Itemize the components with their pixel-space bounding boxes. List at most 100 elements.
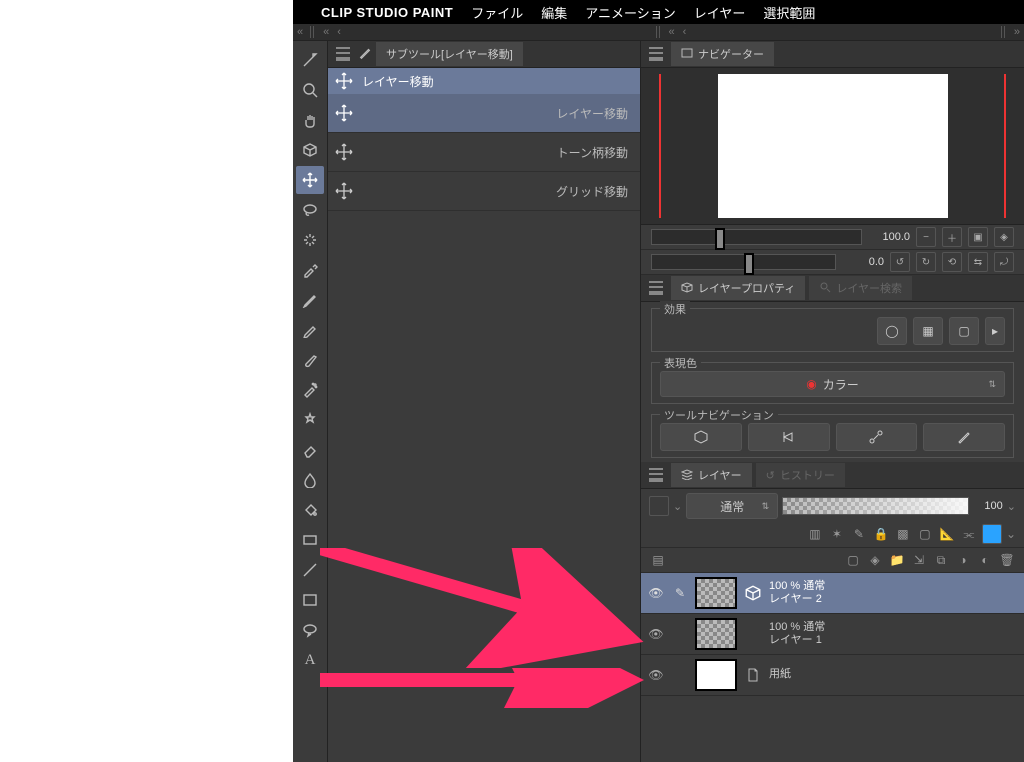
layer-color-button[interactable]	[982, 524, 1002, 544]
rotate-slider[interactable]	[651, 254, 836, 270]
mask-enable-button[interactable]: ▢	[916, 525, 934, 543]
new-vector-layer-button[interactable]: ◈	[866, 551, 884, 569]
flip-h-button[interactable]: ⇆	[968, 252, 988, 272]
layer-thumbnail[interactable]	[695, 577, 737, 609]
pen-tool[interactable]	[296, 286, 324, 314]
zoom-in-button[interactable]: ＋	[942, 227, 962, 247]
menu-animation[interactable]: アニメーション	[585, 3, 675, 22]
new-raster-layer-button[interactable]: ▢	[844, 551, 862, 569]
toolnav-light-button[interactable]	[836, 423, 918, 451]
subtool-menu-icon[interactable]	[336, 47, 350, 61]
eyedropper-tool[interactable]	[296, 256, 324, 284]
history-tab[interactable]: ↺ ヒストリー	[756, 463, 845, 487]
zoom-out-button[interactable]: −	[916, 227, 936, 247]
blend-tool[interactable]	[296, 466, 324, 494]
zoom-slider[interactable]	[651, 229, 862, 245]
subtool-group-header[interactable]: レイヤー移動	[328, 68, 640, 94]
layersearch-tab[interactable]: レイヤー検索	[809, 276, 912, 300]
colormode-legend: 表現色	[660, 355, 701, 371]
layerprop-tab[interactable]: レイヤープロパティ	[671, 276, 805, 300]
magic-wand-tool[interactable]	[296, 226, 324, 254]
subtool-item-tone-move[interactable]: トーン柄移動	[328, 133, 640, 172]
opacity-slider[interactable]	[782, 497, 969, 515]
pencil-tool[interactable]	[296, 316, 324, 344]
tone-effect-button[interactable]: ▦	[913, 317, 943, 345]
opacity-caret-icon[interactable]: ⌄	[1007, 500, 1016, 513]
toolnav-object-button[interactable]	[660, 423, 742, 451]
new-folder-button[interactable]: 📁	[888, 551, 906, 569]
dock-grip[interactable]	[310, 26, 316, 38]
layer-thumbnail[interactable]	[695, 659, 737, 691]
layer-row-paper[interactable]: 👁 用紙	[641, 655, 1024, 696]
dock-right-expand[interactable]: »	[1010, 26, 1024, 38]
colormode-dropdown[interactable]: ◉ カラー ⇅	[660, 371, 1005, 397]
menu-layer[interactable]: レイヤー	[694, 3, 746, 22]
object-tool[interactable]	[296, 136, 324, 164]
toolnav-brush-button[interactable]	[923, 423, 1005, 451]
ruler-visible-button[interactable]: 📐	[938, 525, 956, 543]
clip-mask-button[interactable]: ▥	[806, 525, 824, 543]
lasso-tool[interactable]	[296, 196, 324, 224]
navigator-canvas[interactable]	[641, 68, 1024, 225]
window-icon	[681, 47, 693, 62]
draft-layer-button[interactable]: ✎	[850, 525, 868, 543]
layerprop-menu-icon[interactable]	[649, 281, 663, 295]
menu-edit[interactable]: 編集	[541, 3, 567, 22]
dock-left-prev[interactable]: ‹	[333, 26, 345, 38]
navigator-menu-icon[interactable]	[649, 47, 663, 61]
app-name[interactable]: CLIP STUDIO PAINT	[321, 5, 453, 20]
layer-row-raster[interactable]: 👁 100 % 通常 レイヤー 1	[641, 614, 1024, 655]
dock-grip-3[interactable]	[1001, 26, 1007, 38]
layer-color-caret[interactable]: ⌄	[1006, 527, 1016, 541]
brush-tool[interactable]	[296, 346, 324, 374]
layer-row-vector[interactable]: 👁 ✎ 100 % 通常 レイヤー 2	[641, 573, 1024, 614]
hand-tool[interactable]	[296, 106, 324, 134]
menu-file[interactable]: ファイル	[471, 3, 523, 22]
transfer-down-button[interactable]: ⇲	[910, 551, 928, 569]
apply-mask-button[interactable]: ◐	[976, 551, 994, 569]
zoom-row: 100.0 − ＋ ▣ ◈	[641, 225, 1024, 250]
create-mask-button[interactable]: ◑	[954, 551, 972, 569]
subtool-tab[interactable]: サブツール[レイヤー移動]	[376, 42, 523, 66]
effect-expand-button[interactable]: ▸	[985, 317, 1005, 345]
eraser-tool[interactable]	[296, 436, 324, 464]
dock-mid-prev[interactable]: ‹	[679, 26, 691, 38]
link-button[interactable]: ⫘	[960, 525, 978, 543]
layers-menu-icon[interactable]	[649, 468, 663, 482]
border-effect-button[interactable]: ◯	[877, 317, 907, 345]
rotate-ccw-button[interactable]: ↺	[890, 252, 910, 272]
delete-layer-button[interactable]: 🗑	[998, 551, 1016, 569]
subtool-item-layer-move[interactable]: レイヤー移動	[328, 94, 640, 133]
palette-color-button[interactable]	[649, 496, 669, 516]
layercolor-effect-button[interactable]: ▢	[949, 317, 979, 345]
rotate-row: 0.0 ↺ ↻ ⟲ ⇆ ⤾	[641, 250, 1024, 275]
subtool-item-grid-move[interactable]: グリッド移動	[328, 172, 640, 211]
menu-selection[interactable]: 選択範囲	[763, 3, 815, 22]
blendmode-dropdown[interactable]: 通常 ⇅	[686, 493, 778, 519]
dock-grip-2[interactable]	[656, 26, 662, 38]
move-layer-tool[interactable]	[296, 166, 324, 194]
dock-left-collapse[interactable]: «	[293, 26, 307, 38]
magnifier-tool[interactable]	[296, 76, 324, 104]
merge-down-button[interactable]: ⧉	[932, 551, 950, 569]
airbrush-tool[interactable]	[296, 376, 324, 404]
palette-caret-icon[interactable]: ⌄	[673, 500, 682, 513]
layer-thumbnail[interactable]	[695, 618, 737, 650]
toolnav-camera-button[interactable]	[748, 423, 830, 451]
lock-transparent-button[interactable]: ▩	[894, 525, 912, 543]
fill-tool[interactable]	[296, 496, 324, 524]
rotate-cw-button[interactable]: ↻	[916, 252, 936, 272]
tool-active-indicator	[296, 46, 324, 74]
navigator-tab[interactable]: ナビゲーター	[671, 42, 774, 66]
layers-tab[interactable]: レイヤー	[671, 463, 752, 487]
dock-left-collapse-2[interactable]: «	[319, 26, 333, 38]
lock-button[interactable]: 🔒	[872, 525, 890, 543]
fit-screen-button[interactable]: ▣	[968, 227, 988, 247]
flip-v-button[interactable]: ⤾	[994, 252, 1014, 272]
dock-mid-collapse[interactable]: «	[665, 26, 679, 38]
reset-rotate-button[interactable]: ⟲	[942, 252, 962, 272]
actual-size-button[interactable]: ◈	[994, 227, 1014, 247]
reference-layer-button[interactable]: ✶	[828, 525, 846, 543]
layersearch-tab-label: レイヤー検索	[836, 280, 902, 296]
decoration-tool[interactable]	[296, 406, 324, 434]
